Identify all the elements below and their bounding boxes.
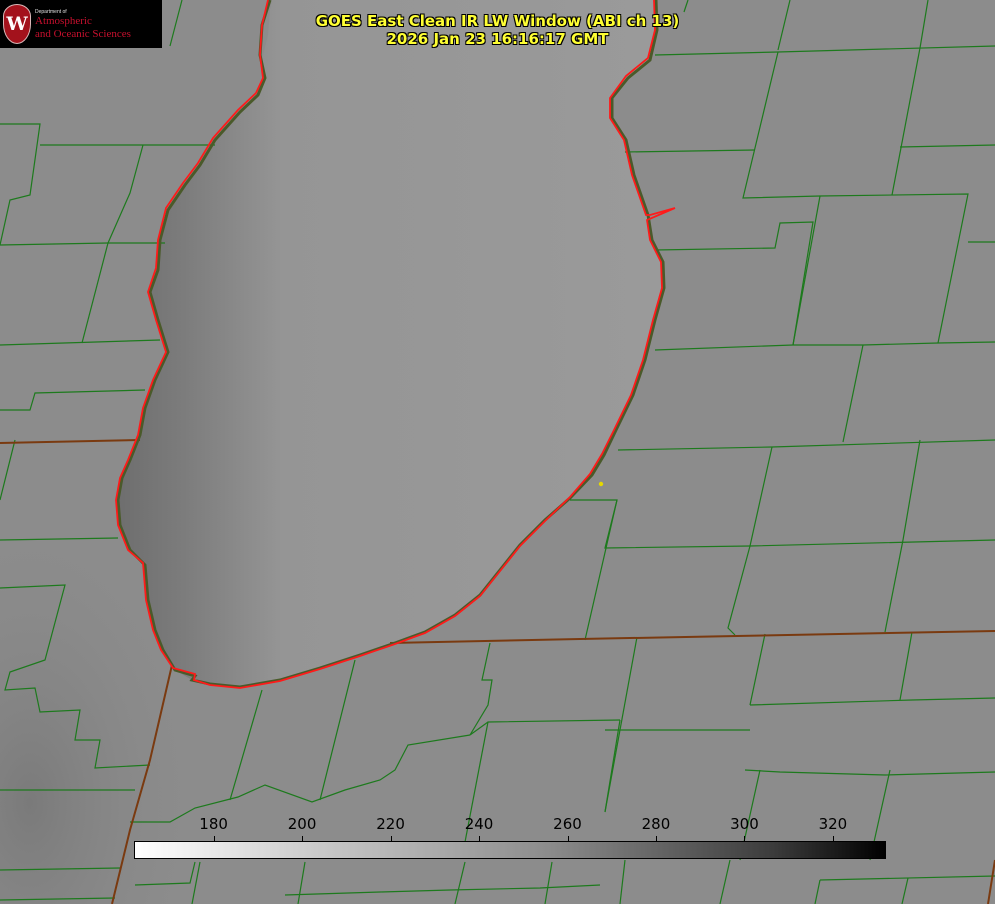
colorbar-tick-mark [213, 836, 215, 842]
colorbar-tick-mark [390, 836, 392, 842]
colorbar-tick-label: 280 [641, 815, 671, 833]
satellite-map [0, 0, 995, 904]
colorbar-tick-label: 300 [730, 815, 759, 833]
colorbar-tick-label: 320 [818, 815, 848, 833]
colorbar-tick-label: 200 [287, 815, 317, 833]
colorbar-tick-mark [832, 836, 834, 842]
colorbar-tick-mark [567, 836, 569, 842]
image-title: GOES East Clean IR LW Window (ABI ch 13) [315, 12, 680, 30]
colorbar-tick-mark [302, 836, 304, 842]
colorbar-tick-mark [479, 836, 481, 842]
location-marker [598, 481, 604, 487]
colorbar-tick-label: 180 [199, 815, 228, 833]
colorbar-tick-mark [655, 836, 657, 842]
image-timestamp: 2026 Jan 23 16:16:17 GMT [386, 30, 609, 48]
colorbar-tick-label: 220 [376, 815, 405, 833]
colorbar-tick-label: 260 [553, 815, 582, 833]
temperature-colorbar [134, 841, 886, 859]
colorbar-tick-label: 240 [464, 815, 494, 833]
colorbar-tick-mark [744, 836, 746, 842]
